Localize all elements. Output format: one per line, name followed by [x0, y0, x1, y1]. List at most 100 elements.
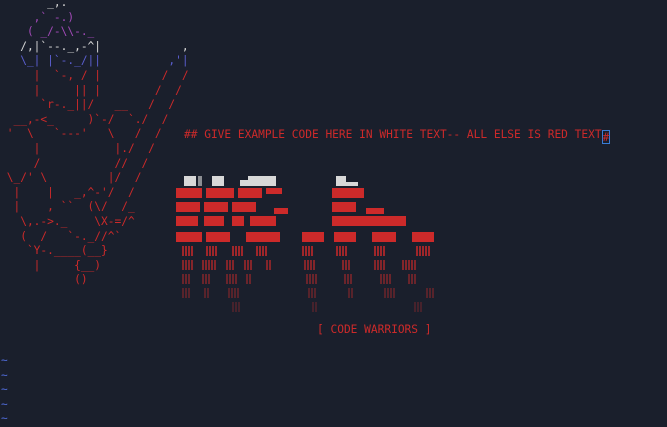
logo-block-cell [347, 274, 349, 284]
logo-block-cell [259, 246, 261, 256]
logo-block-cell [198, 176, 202, 186]
logo-block-cell [235, 302, 237, 312]
logo-block-cell [408, 260, 410, 270]
logo-block-cell [344, 274, 346, 284]
ascii-figure-line: | || | / / [33, 83, 182, 97]
logo-block-cell [238, 188, 262, 198]
logo-block-cell [185, 246, 187, 256]
logo-block-cell [182, 260, 184, 270]
ascii-figure-line: | {__) [33, 258, 102, 272]
logo-block-cell [332, 202, 356, 212]
logo-block-cell [419, 246, 421, 256]
logo-block-cell [408, 274, 410, 284]
logo-block-cell [309, 274, 311, 284]
logo-block-cell [380, 274, 382, 284]
ascii-figure-line: ( _/-\\-._ [26, 25, 95, 39]
logo-block-cell [182, 288, 184, 298]
logo-block-cell [412, 232, 434, 242]
logo-block-cell [176, 216, 198, 226]
logo-block-cell [228, 288, 230, 298]
logo-block-cell [374, 246, 376, 256]
code-warriors-ascii-logo [176, 170, 446, 320]
logo-block-cell [348, 260, 350, 270]
logo-block-cell [308, 288, 310, 298]
logo-block-cell [247, 260, 249, 270]
logo-block-cell [377, 246, 379, 256]
logo-block-cell [311, 246, 313, 256]
logo-block-cell [266, 188, 282, 194]
logo-block-cell [334, 232, 356, 242]
logo-block-cell [390, 288, 392, 298]
logo-block-cell [204, 288, 206, 298]
logo-block-cell [262, 246, 264, 256]
logo-block-cell [226, 260, 228, 270]
logo-block-cell [188, 288, 190, 298]
logo-block-cell [269, 260, 271, 270]
logo-block-cell [182, 274, 184, 284]
empty-line-tilde: ~ [1, 354, 8, 367]
logo-block-cell [383, 274, 385, 284]
logo-block-cell [246, 232, 280, 242]
logo-block-cell [202, 274, 204, 284]
ascii-figure-line: / // / [33, 156, 149, 170]
logo-block-cell [342, 246, 344, 256]
logo-block-cell [207, 288, 209, 298]
logo-block-cell [393, 288, 395, 298]
ascii-figure-line: `r-._||/ __ / / [40, 98, 176, 112]
logo-block-cell [306, 274, 308, 284]
ascii-figure-line: __,-<_ )`-/ `./ / [13, 112, 169, 126]
ascii-figure-line: ( / `-._//^` [20, 229, 122, 243]
logo-block-cell [384, 288, 386, 298]
logo-block-cell [383, 246, 385, 256]
logo-block-cell [374, 260, 376, 270]
logo-block-cell [265, 246, 267, 256]
logo-block-cell [249, 274, 251, 284]
logo-block-cell [204, 202, 228, 212]
logo-block-cell [311, 288, 313, 298]
logo-block-cell [185, 274, 187, 284]
logo-block-cell [313, 260, 315, 270]
logo-block-cell [238, 246, 240, 256]
empty-line-tilde: ~ [1, 397, 8, 411]
logo-block-cell [232, 302, 234, 312]
ascii-figure-line: | `-, / | / / [33, 68, 189, 82]
logo-block-cell [345, 260, 347, 270]
logo-block-cell [256, 246, 258, 256]
logo-block-cell [342, 260, 344, 270]
logo-block-cell [411, 260, 413, 270]
logo-block-cell [414, 274, 416, 284]
logo-block-cell [377, 260, 379, 270]
comment-line[interactable]: ## GIVE EXAMPLE CODE HERE IN WHITE TEXT-… [184, 128, 610, 144]
comment-text: ## GIVE EXAMPLE CODE HERE IN WHITE TEXT-… [184, 128, 602, 141]
logo-block-cell [191, 260, 193, 270]
logo-block-cell [386, 274, 388, 284]
logo-block-cell [402, 260, 404, 270]
logo-block-cell [176, 232, 202, 242]
logo-block-cell [389, 274, 391, 284]
ascii-figure-line: ,` -.) [33, 10, 75, 24]
logo-block-cell [241, 246, 243, 256]
logo-block-cell [332, 188, 364, 198]
logo-block-cell [366, 208, 384, 214]
logo-block-cell [387, 288, 389, 298]
ascii-figure-line: \_/' \ |/ / [6, 171, 142, 185]
logo-block-cell [215, 246, 217, 256]
logo-block-cell [274, 208, 288, 214]
ascii-figure-line: \,.->._ \X-=/^ [20, 214, 135, 228]
logo-block-cell [244, 260, 246, 270]
terminal-window[interactable]: _,. ,` -.) ( _/-\\-._ /,|`--._,-^| , \_|… [0, 0, 667, 425]
logo-block-cell [229, 260, 231, 270]
ascii-figure-line: | |./ / [33, 141, 155, 155]
text-cursor[interactable]: # [601, 130, 610, 144]
logo-block-cell [380, 246, 382, 256]
logo-block-cell [188, 246, 190, 256]
logo-block-cell [266, 260, 268, 270]
logo-block-cell [332, 216, 406, 226]
logo-block-cell [405, 260, 407, 270]
logo-block-cell [414, 302, 416, 312]
logo-block-cell [308, 246, 310, 256]
logo-block-cell [250, 216, 276, 226]
logo-block-cell [315, 302, 317, 312]
logo-block-cell [383, 260, 385, 270]
ascii-figure-line: ' \ `---' \ / / [6, 127, 162, 141]
